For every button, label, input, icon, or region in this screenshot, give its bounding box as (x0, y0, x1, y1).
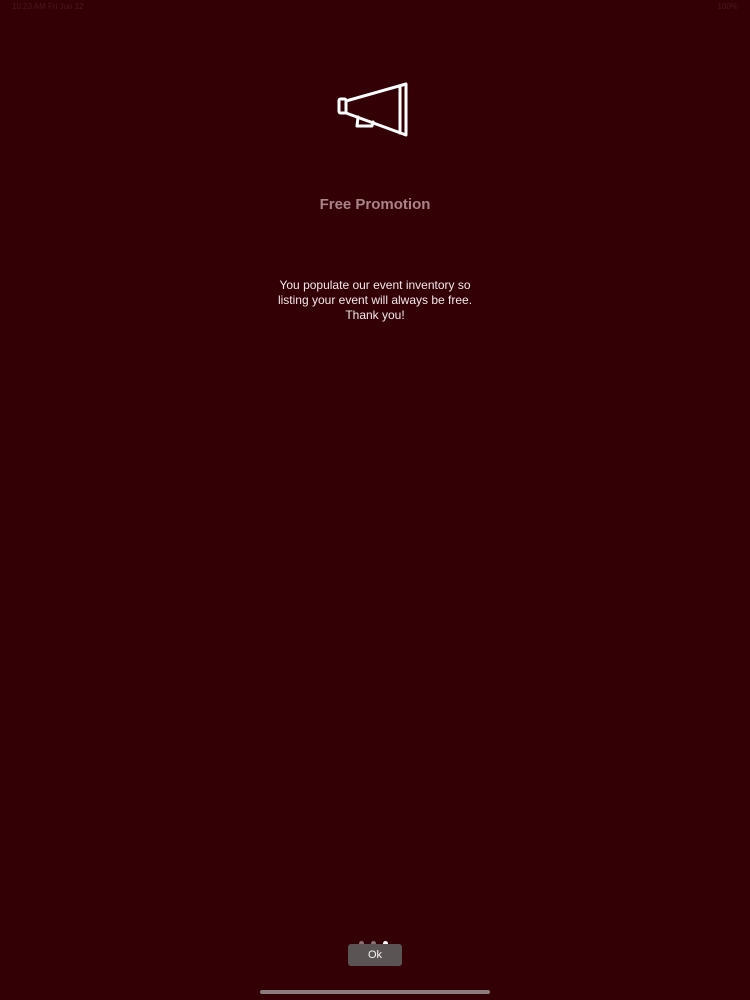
megaphone-icon (337, 82, 408, 137)
home-indicator[interactable] (260, 990, 490, 994)
ok-button[interactable]: Ok (348, 944, 402, 966)
message-line: Thank you! (345, 308, 405, 322)
status-time: 10:23 AM Fri Jun 12 (12, 2, 84, 11)
onboarding-screen: 10:23 AM Fri Jun 12 100% Free Promotion … (0, 0, 750, 1000)
status-battery: 100% (717, 2, 738, 11)
status-bar: 10:23 AM Fri Jun 12 100% (0, 0, 750, 14)
message-line: listing your event will always be free. (277, 293, 473, 307)
message-line: You populate our event inventory so (279, 278, 471, 292)
page-title: Free Promotion (319, 196, 431, 213)
promo-message: You populate our event inventory so list… (0, 278, 750, 323)
